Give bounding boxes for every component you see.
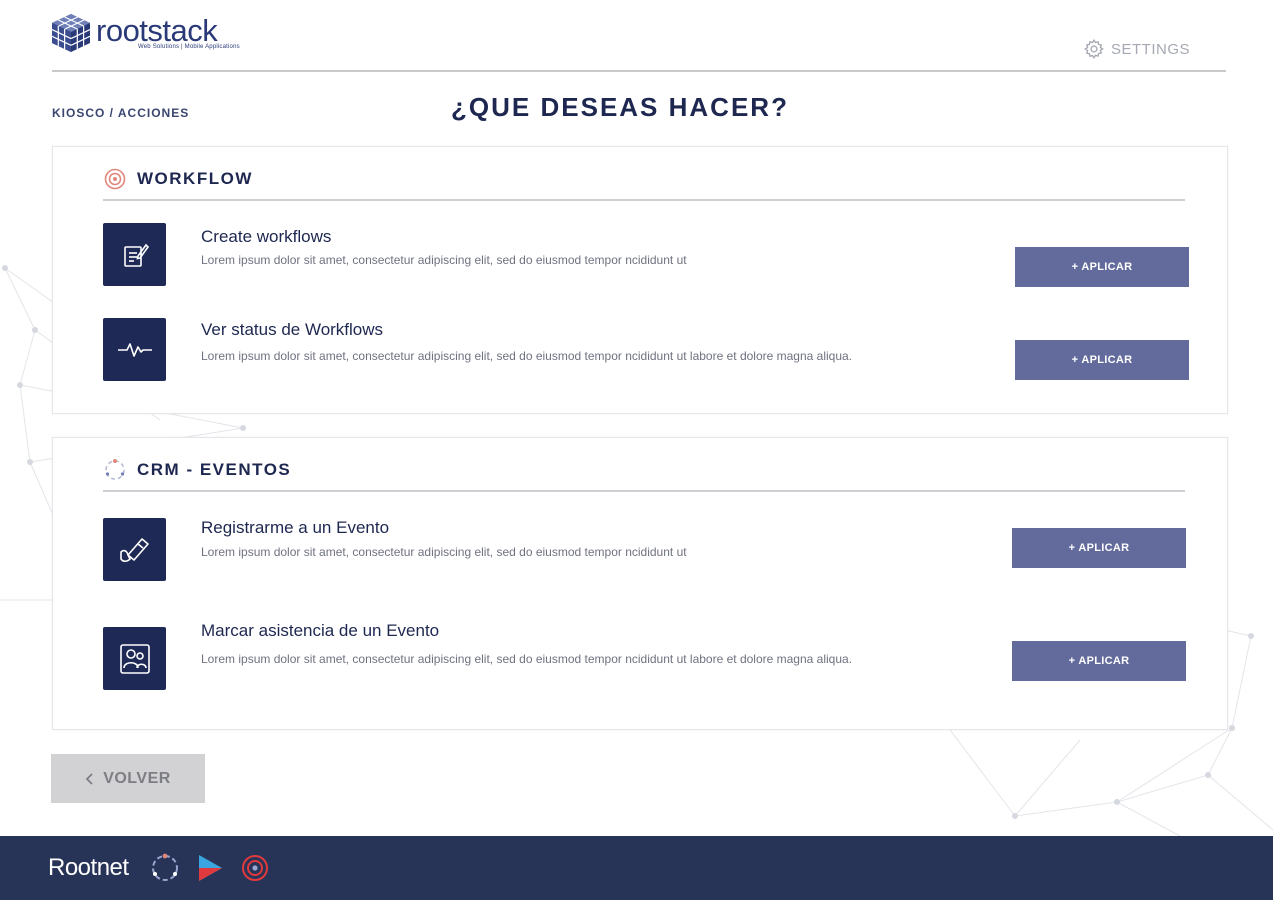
action-title: Marcar asistencia de un Evento	[201, 621, 440, 640]
section-divider	[103, 490, 1185, 492]
attendees-icon	[103, 627, 166, 690]
crm-section-header: CRM - EVENTOS	[103, 458, 291, 482]
action-title: Create workflows	[201, 227, 332, 246]
apply-button-create-workflows[interactable]: + APLICAR	[1015, 247, 1189, 287]
back-button[interactable]: VOLVER	[51, 754, 205, 803]
gear-icon	[1084, 39, 1104, 59]
action-title: Ver status de Workflows	[201, 320, 384, 339]
target-icon[interactable]	[239, 852, 271, 884]
chevron-left-icon	[85, 772, 93, 785]
apply-button-register-event[interactable]: + APLICAR	[1012, 528, 1186, 568]
pulse-icon	[103, 318, 166, 381]
action-row-workflow-status: Ver status de Workflows Lorem ipsum dolo…	[103, 318, 1193, 382]
header-divider	[52, 70, 1226, 72]
action-description: Lorem ipsum dolor sit amet, consectetur …	[201, 545, 687, 559]
action-description: Lorem ipsum dolor sit amet, consectetur …	[201, 253, 687, 267]
section-title: WORKFLOW	[137, 169, 253, 188]
footer-bar: Rootnet	[0, 836, 1273, 900]
action-row-create-workflows: Create workflows Lorem ipsum dolor sit a…	[103, 223, 1193, 287]
rootstack-logo[interactable]: rootstack Web Solutions | Mobile Applica…	[50, 12, 240, 54]
logo-wordmark: rootstack	[96, 13, 218, 48]
ticket-icon	[103, 518, 166, 581]
footer-brand: Rootnet	[48, 854, 129, 881]
edit-document-icon	[103, 223, 166, 286]
section-divider	[103, 199, 1185, 201]
action-description: Lorem ipsum dolor sit amet, consectetur …	[201, 652, 853, 666]
back-button-label: VOLVER	[103, 769, 171, 787]
target-icon	[104, 168, 126, 190]
action-title: Registrarme a un Evento	[201, 518, 390, 537]
workflow-section: WORKFLOW Create workflows Lorem ipsum do…	[52, 146, 1228, 414]
orbit-icon	[105, 459, 125, 480]
section-title: CRM - EVENTOS	[137, 460, 292, 479]
action-description: Lorem ipsum dolor sit amet, consectetur …	[201, 349, 853, 363]
action-row-register-event: Registrarme a un Evento Lorem ipsum dolo…	[103, 518, 1193, 582]
action-row-mark-attendance: Marcar asistencia de un Evento Lorem ips…	[103, 621, 1193, 691]
settings-link[interactable]: SETTINGS	[1083, 38, 1190, 60]
orbit-icon[interactable]	[149, 852, 181, 884]
apply-button-mark-attendance[interactable]: + APLICAR	[1012, 641, 1186, 681]
workflow-section-header: WORKFLOW	[103, 167, 253, 191]
logo-tagline: Web Solutions | Mobile Applications	[138, 44, 240, 50]
page-title: ¿QUE DESEAS HACER?	[451, 92, 789, 122]
play-icon[interactable]	[195, 852, 225, 884]
crm-events-section: CRM - EVENTOS Registrarme a un Evento Lo…	[52, 437, 1228, 730]
apply-button-workflow-status[interactable]: + APLICAR	[1015, 340, 1189, 380]
settings-label: SETTINGS	[1111, 40, 1191, 58]
cube-logo-icon	[51, 14, 91, 52]
